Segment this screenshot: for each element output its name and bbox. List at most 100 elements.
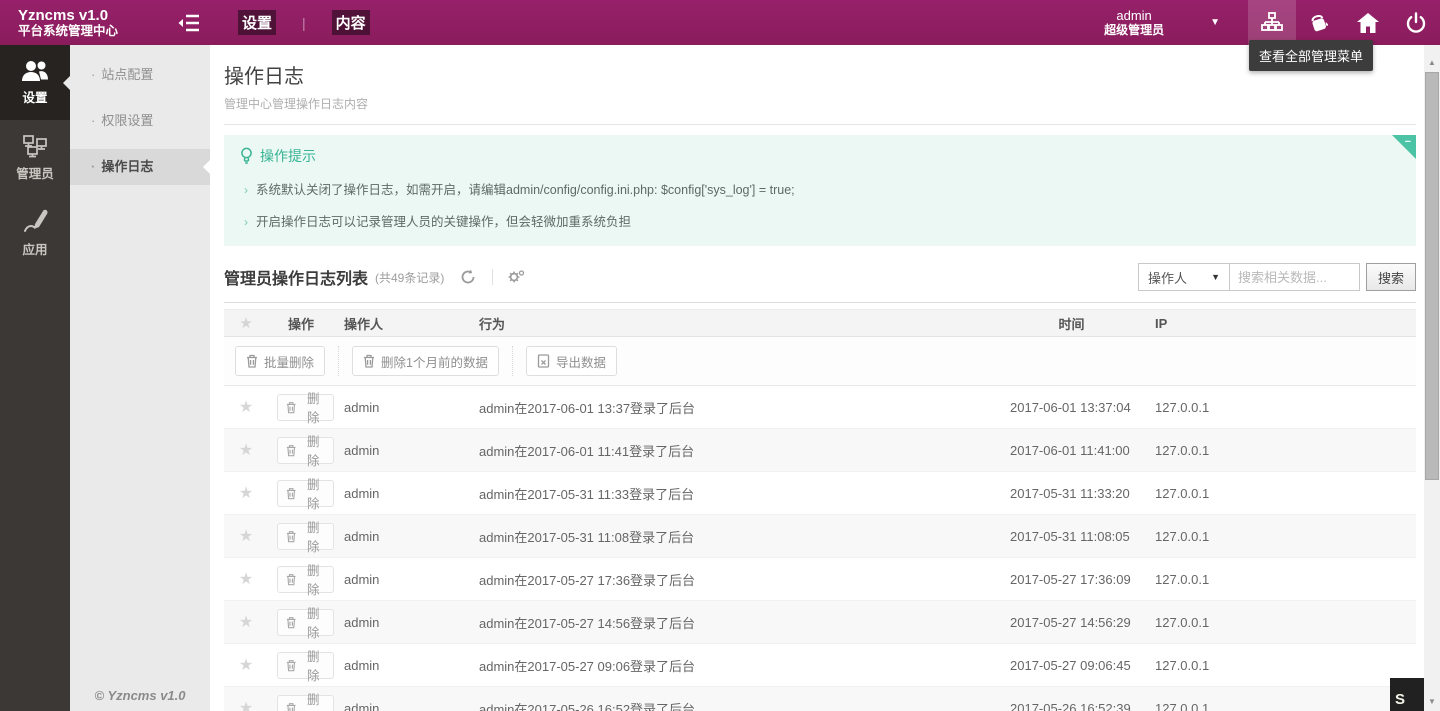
top-menu-content[interactable]: 内容	[332, 10, 370, 35]
star-header-icon[interactable]: ★	[224, 314, 268, 332]
action-group: 批量删除	[235, 346, 339, 376]
vertical-scrollbar[interactable]: ▲ ▼	[1424, 45, 1440, 711]
delete-label: 删除	[301, 689, 325, 711]
table-row: ★ 删除 admin admin在2017-06-01 13:37登录了后台 2…	[224, 386, 1416, 429]
delete-button[interactable]: 删除	[277, 523, 334, 550]
collapse-menu-icon[interactable]	[172, 9, 206, 37]
main-content: 操作日志 管理中心管理操作日志内容 操作提示 系统默认关闭了操作日志，如需开启，…	[210, 45, 1424, 711]
behavior-cell: admin在2017-05-31 11:33登录了后台	[469, 484, 999, 503]
delete-button[interactable]: 删除	[277, 394, 334, 421]
network-computers-icon	[20, 134, 50, 158]
top-menu-settings[interactable]: 设置	[238, 10, 276, 35]
clear-cache-button[interactable]	[1296, 0, 1344, 45]
star-icon[interactable]: ★	[224, 397, 268, 417]
users-icon	[20, 60, 50, 82]
ip-cell: 127.0.0.1	[1144, 486, 1416, 501]
delete-button[interactable]: 删除	[277, 437, 334, 464]
tip-title-row: 操作提示	[240, 146, 1400, 166]
menu-separator: |	[302, 15, 306, 31]
delete-button[interactable]: 删除	[277, 695, 334, 711]
submenu-item-permissions[interactable]: 权限设置	[70, 103, 210, 139]
search-input[interactable]	[1230, 263, 1360, 291]
sidebar-item-label: 管理员	[16, 163, 54, 182]
sidebar-item-apps[interactable]: 应用	[0, 195, 70, 270]
star-icon[interactable]: ★	[224, 698, 268, 711]
search-button[interactable]: 搜索	[1366, 263, 1416, 291]
app-title: Yzncms v1.0	[18, 7, 172, 24]
time-cell: 2017-05-27 09:06:45	[999, 658, 1144, 673]
sidebar-item-settings[interactable]: 设置	[0, 45, 70, 120]
row-operation-cell: 删除	[268, 394, 334, 421]
home-button[interactable]	[1344, 0, 1392, 45]
record-count: (共49条记录)	[375, 269, 444, 286]
scrollbar-thumb[interactable]	[1425, 72, 1439, 480]
sidebar-item-admins[interactable]: 管理员	[0, 120, 70, 195]
list-settings-button[interactable]	[492, 269, 525, 285]
time-cell: 2017-05-27 14:56:29	[999, 615, 1144, 630]
delete-label: 删除	[301, 517, 325, 555]
col-operator: 操作人	[334, 314, 469, 333]
lightbulb-icon	[240, 147, 253, 165]
trash-icon	[286, 530, 296, 543]
submenu-item-operation-log[interactable]: 操作日志	[70, 149, 210, 185]
delete-button[interactable]: 删除	[277, 652, 334, 679]
export-data-button[interactable]: 导出数据	[526, 346, 617, 376]
active-notch	[63, 76, 70, 90]
title-divider	[224, 124, 1416, 125]
log-table-body: ★ 删除 admin admin在2017-06-01 13:37登录了后台 2…	[224, 386, 1416, 711]
submenu-item-label: 操作日志	[101, 159, 153, 174]
trash-icon	[286, 444, 296, 457]
star-icon[interactable]: ★	[224, 569, 268, 589]
user-info[interactable]: admin 超级管理员	[1104, 8, 1170, 38]
delete-old-button[interactable]: 删除1个月前的数据	[352, 346, 499, 376]
submenu-item-site-config[interactable]: 站点配置	[70, 57, 210, 93]
search-field-select[interactable]: 操作人 ▼	[1138, 263, 1230, 291]
star-icon[interactable]: ★	[224, 440, 268, 460]
trash-icon	[286, 487, 296, 500]
star-icon[interactable]: ★	[224, 526, 268, 546]
user-role: 超级管理员	[1104, 23, 1164, 38]
user-caret-down-icon[interactable]: ▼	[1210, 17, 1220, 28]
behavior-cell: admin在2017-05-27 17:36登录了后台	[469, 570, 999, 589]
trash-icon	[363, 354, 375, 368]
search-area: 操作人 ▼ 搜索	[1138, 263, 1416, 291]
logout-button[interactable]	[1392, 0, 1440, 45]
list-divider	[224, 302, 1416, 303]
star-icon[interactable]: ★	[224, 655, 268, 675]
app-logo: Yzncms v1.0 平台系统管理中心	[0, 7, 172, 39]
scroll-up-icon[interactable]: ▲	[1424, 54, 1440, 70]
power-icon	[1404, 11, 1428, 35]
star-icon[interactable]: ★	[224, 612, 268, 632]
overlay-badge: S	[1390, 678, 1424, 711]
action-label: 导出数据	[556, 352, 606, 371]
star-icon[interactable]: ★	[224, 483, 268, 503]
trash-icon	[286, 401, 296, 414]
gears-icon	[507, 269, 525, 285]
refresh-icon	[460, 269, 476, 285]
table-row: ★ 删除 admin admin在2017-05-27 14:56登录了后台 2…	[224, 601, 1416, 644]
behavior-cell: admin在2017-06-01 13:37登录了后台	[469, 398, 999, 417]
sidebar-item-label: 应用	[22, 239, 47, 258]
all-menus-button[interactable]	[1248, 0, 1296, 45]
operator-cell: admin	[334, 486, 469, 501]
operator-cell: admin	[334, 701, 469, 711]
row-operation-cell: 删除	[268, 437, 334, 464]
ip-cell: 127.0.0.1	[1144, 443, 1416, 458]
bulk-action-bar: 批量删除 删除1个月前的数据 导出数据	[224, 337, 1416, 386]
action-label: 删除1个月前的数据	[381, 352, 488, 371]
delete-button[interactable]: 删除	[277, 609, 334, 636]
time-cell: 2017-05-31 11:08:05	[999, 529, 1144, 544]
bulk-delete-button[interactable]: 批量删除	[235, 346, 325, 376]
row-operation-cell: 删除	[268, 480, 334, 507]
delete-button[interactable]: 删除	[277, 480, 334, 507]
page-title: 操作日志	[224, 60, 1416, 89]
minus-icon: −	[1405, 136, 1411, 148]
action-group: 删除1个月前的数据	[339, 346, 513, 376]
list-title: 管理员操作日志列表	[224, 265, 368, 289]
scroll-down-icon[interactable]: ▼	[1424, 693, 1440, 709]
refresh-button[interactable]	[460, 269, 476, 285]
action-label: 批量删除	[264, 352, 314, 371]
row-operation-cell: 删除	[268, 523, 334, 550]
delete-button[interactable]: 删除	[277, 566, 334, 593]
delete-label: 删除	[301, 431, 325, 469]
